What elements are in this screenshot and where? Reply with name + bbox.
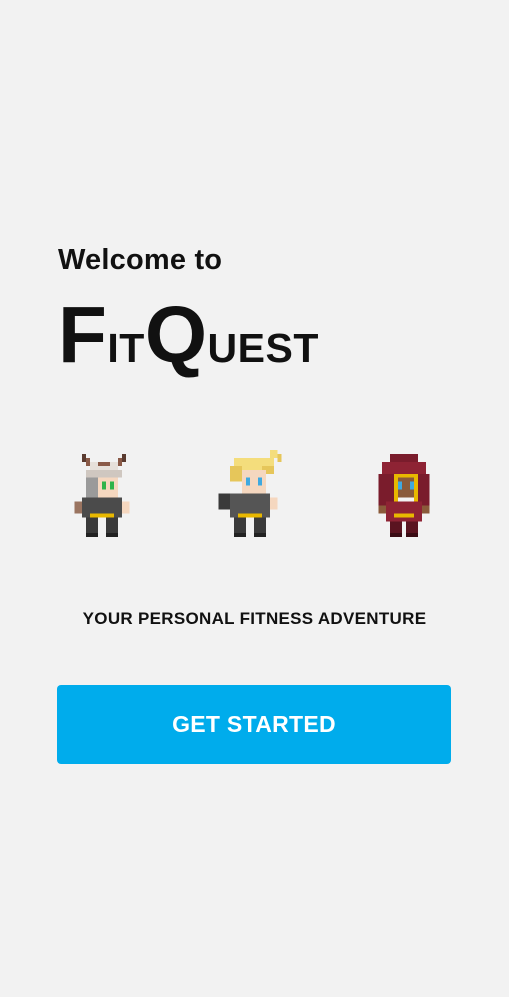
get-started-button[interactable]: GET STARTED bbox=[57, 685, 451, 764]
app-title: FitQuest bbox=[58, 295, 319, 382]
welcome-greeting: Welcome to bbox=[58, 244, 223, 276]
title-part: uest bbox=[207, 310, 319, 375]
title-part: F bbox=[58, 290, 108, 379]
hooded-mage-sprite-icon bbox=[366, 450, 438, 545]
title-part: it bbox=[107, 310, 145, 375]
title-part: Q bbox=[144, 290, 208, 379]
blonde-hero-sprite-icon bbox=[214, 450, 286, 545]
tagline: YOUR PERSONAL FITNESS ADVENTURE bbox=[82, 609, 427, 628]
character-lineup bbox=[0, 450, 509, 545]
horned-warrior-sprite-icon bbox=[66, 450, 138, 545]
